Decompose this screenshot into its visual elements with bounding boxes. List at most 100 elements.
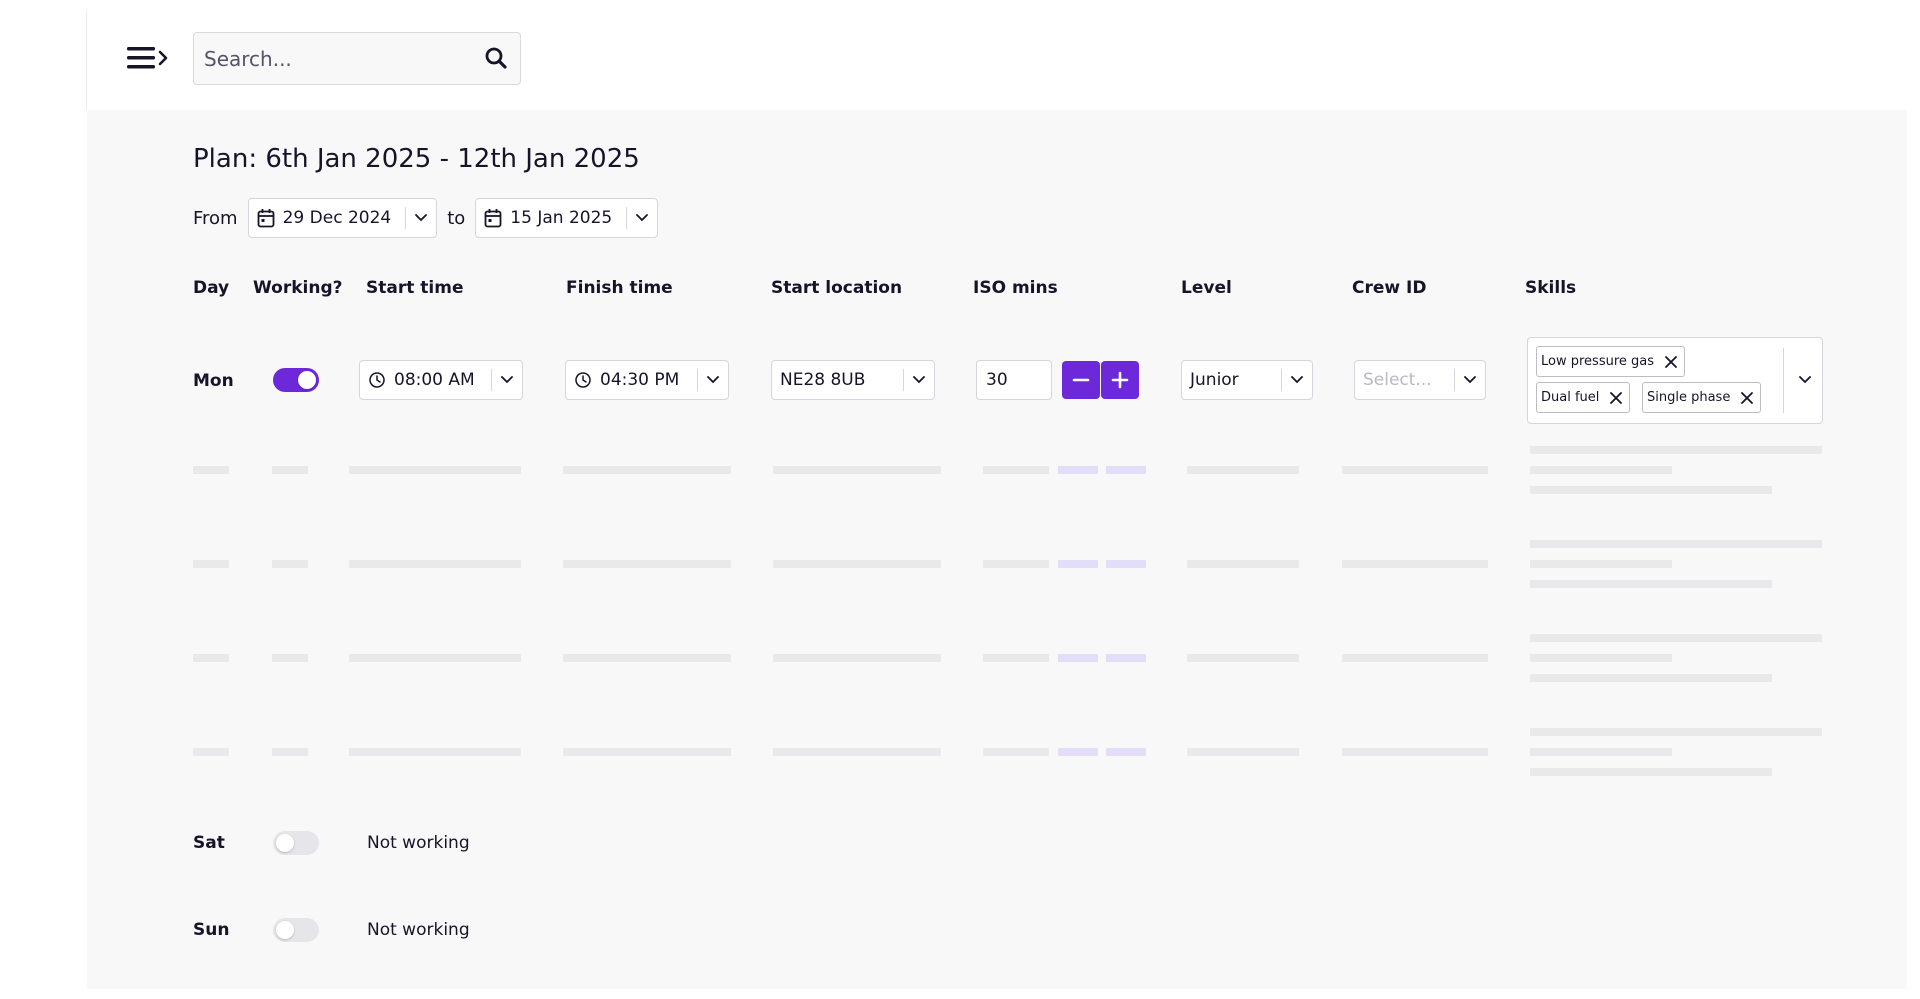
skeleton-bar bbox=[193, 560, 229, 568]
start-location-select[interactable]: NE28 8UB bbox=[771, 360, 935, 400]
working-toggle-sun[interactable] bbox=[273, 918, 319, 942]
skeleton-bar bbox=[1058, 560, 1098, 568]
chevron-down-icon bbox=[501, 376, 513, 384]
column-header-level: Level bbox=[1181, 278, 1232, 298]
chevron-down-icon bbox=[1464, 376, 1476, 384]
from-date-value: 29 Dec 2024 bbox=[282, 208, 392, 228]
skeleton-bar bbox=[1530, 540, 1822, 548]
skeleton-bar bbox=[1530, 768, 1772, 776]
search-icon[interactable] bbox=[484, 46, 508, 70]
skeleton-bar bbox=[349, 654, 521, 662]
skeleton-bar bbox=[983, 654, 1049, 662]
skeleton-bar bbox=[272, 654, 308, 662]
skill-chip-label: Single phase bbox=[1647, 390, 1731, 405]
column-header-start-time: Start time bbox=[366, 278, 464, 298]
skeleton-bar bbox=[1530, 654, 1672, 662]
chevron-down-icon[interactable] bbox=[1798, 375, 1812, 385]
search-input[interactable] bbox=[204, 33, 474, 84]
skeleton-bar bbox=[563, 748, 731, 756]
chevron-down-icon bbox=[1291, 376, 1303, 384]
skeleton-bar bbox=[1530, 560, 1672, 568]
skeleton-bar bbox=[349, 466, 521, 474]
to-date-value: 15 Jan 2025 bbox=[510, 208, 613, 228]
skeleton-bar bbox=[1106, 466, 1146, 474]
chevron-down-icon bbox=[707, 376, 719, 384]
skeleton-bar bbox=[1106, 748, 1146, 756]
day-label-sun: Sun bbox=[193, 920, 230, 940]
finish-time-value: 04:30 PM bbox=[600, 370, 680, 390]
day-label-sat: Sat bbox=[193, 833, 225, 853]
skeleton-bar bbox=[983, 466, 1049, 474]
skeleton-bar bbox=[773, 466, 941, 474]
iso-mins-input[interactable] bbox=[976, 360, 1052, 400]
skeleton-bar bbox=[563, 466, 731, 474]
search-box bbox=[193, 32, 521, 85]
skeleton-bar bbox=[1530, 728, 1822, 736]
skeleton-bar bbox=[272, 466, 308, 474]
skill-chip: Single phase bbox=[1642, 382, 1762, 413]
skeleton-bar bbox=[349, 560, 521, 568]
skeleton-bar bbox=[1342, 466, 1488, 474]
skill-chip: Dual fuel bbox=[1536, 382, 1631, 413]
date-range: From 29 Dec 2024 to 15 Jan 2025 bbox=[193, 198, 668, 238]
skeleton-bar bbox=[773, 560, 941, 568]
clock-icon bbox=[575, 372, 591, 388]
column-header-iso-mins: ISO mins bbox=[973, 278, 1058, 298]
divider bbox=[86, 10, 87, 110]
remove-icon[interactable] bbox=[1664, 355, 1678, 369]
level-select[interactable]: Junior bbox=[1181, 360, 1313, 400]
skeleton-bar bbox=[1058, 654, 1098, 662]
chevron-down-icon bbox=[636, 214, 649, 222]
skeleton-bar bbox=[1342, 748, 1488, 756]
skills-multiselect[interactable]: Low pressure gas Dual fuel Single phase bbox=[1527, 337, 1823, 424]
menu-expand-icon[interactable] bbox=[127, 42, 173, 76]
skeleton-bar bbox=[1530, 466, 1672, 474]
increment-button[interactable] bbox=[1101, 361, 1139, 399]
skeleton-bar bbox=[1058, 466, 1098, 474]
skeleton-bar bbox=[1106, 560, 1146, 568]
skeleton-bar bbox=[1187, 466, 1299, 474]
skeleton-bar bbox=[1342, 654, 1488, 662]
skeleton-bar bbox=[1530, 748, 1672, 756]
finish-time-select[interactable]: 04:30 PM bbox=[565, 360, 729, 400]
skeleton-bar bbox=[193, 748, 229, 756]
from-date-picker[interactable]: 29 Dec 2024 bbox=[247, 198, 438, 238]
remove-icon[interactable] bbox=[1740, 391, 1754, 405]
crew-id-select[interactable]: Select... bbox=[1354, 360, 1486, 400]
skeleton-bar bbox=[563, 560, 731, 568]
skeleton-bar bbox=[1342, 560, 1488, 568]
skeleton-bar bbox=[1106, 654, 1146, 662]
app-window: Plan: 6th Jan 2025 - 12th Jan 2025 From … bbox=[0, 0, 1920, 999]
skeleton-bar bbox=[563, 654, 731, 662]
not-working-label-sat: Not working bbox=[367, 833, 470, 853]
skill-chip-label: Dual fuel bbox=[1541, 390, 1600, 405]
column-header-crew-id: Crew ID bbox=[1352, 278, 1427, 298]
to-date-picker[interactable]: 15 Jan 2025 bbox=[475, 198, 659, 238]
working-toggle-mon[interactable] bbox=[273, 368, 319, 392]
column-header-working: Working? bbox=[253, 278, 343, 298]
skeleton-bar bbox=[1530, 674, 1772, 682]
skill-chip-label: Low pressure gas bbox=[1541, 354, 1655, 369]
skeleton-bar bbox=[1187, 654, 1299, 662]
column-header-day: Day bbox=[193, 278, 230, 298]
chevron-down-icon bbox=[415, 214, 428, 222]
decrement-button[interactable] bbox=[1062, 361, 1100, 399]
plan-panel: Plan: 6th Jan 2025 - 12th Jan 2025 From … bbox=[87, 110, 1907, 989]
skeleton-bar bbox=[983, 560, 1049, 568]
chevron-down-icon bbox=[913, 376, 925, 384]
skeleton-bar bbox=[1530, 446, 1822, 454]
from-label: From bbox=[193, 207, 238, 229]
column-header-skills: Skills bbox=[1525, 278, 1577, 298]
skeleton-bar bbox=[773, 654, 941, 662]
working-toggle-sat[interactable] bbox=[273, 831, 319, 855]
remove-icon[interactable] bbox=[1609, 391, 1623, 405]
skeleton-bar bbox=[1530, 486, 1772, 494]
skeleton-bar bbox=[193, 466, 229, 474]
crew-id-placeholder: Select... bbox=[1363, 370, 1432, 390]
skeleton-bar bbox=[193, 654, 229, 662]
column-header-finish-time: Finish time bbox=[566, 278, 673, 298]
start-time-select[interactable]: 08:00 AM bbox=[359, 360, 523, 400]
to-label: to bbox=[447, 207, 466, 229]
skeleton-bar bbox=[272, 560, 308, 568]
calendar-icon bbox=[257, 209, 275, 228]
